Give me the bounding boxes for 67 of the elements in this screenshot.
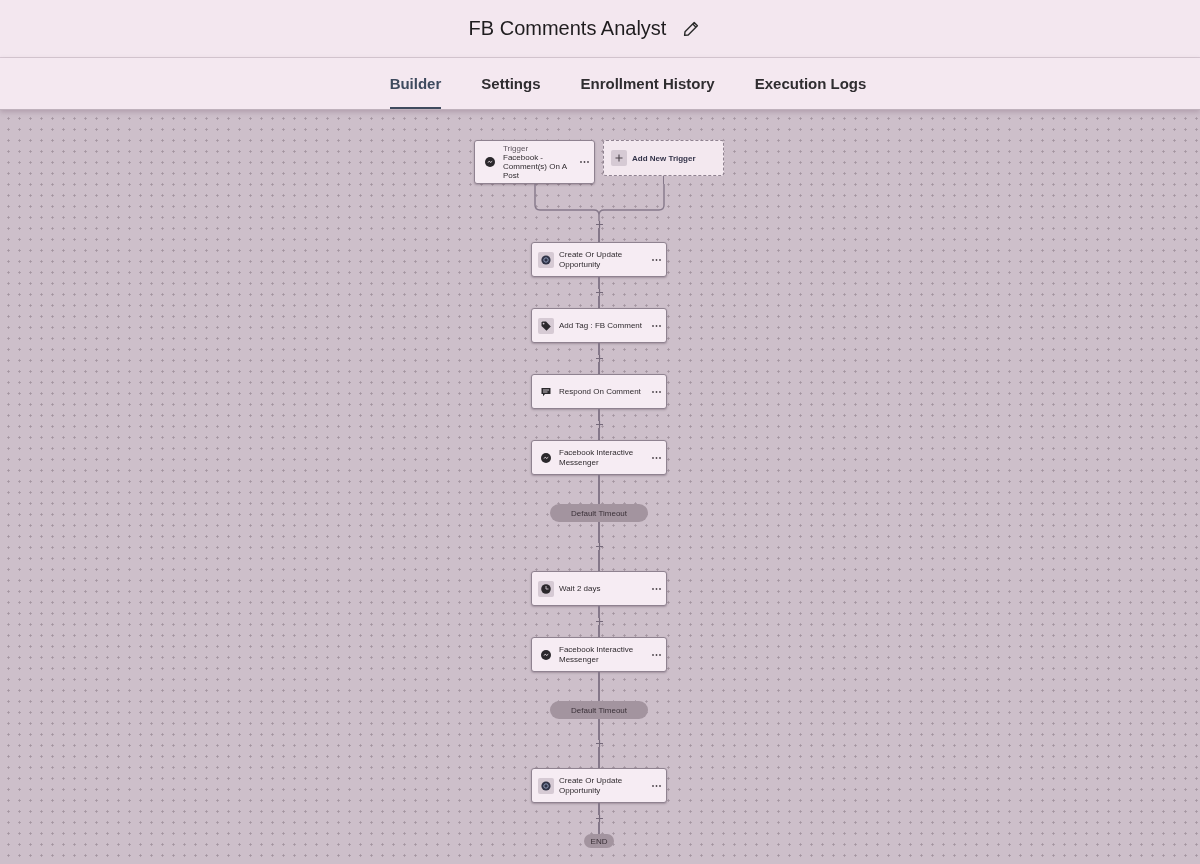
tab[interactable]: Settings [481, 58, 541, 109]
tab[interactable]: Execution Logs [754, 58, 867, 109]
messenger-icon [485, 157, 495, 167]
action-card[interactable]: Create Or Update Opportunity [531, 242, 667, 277]
more-icon[interactable] [652, 653, 661, 656]
action-label: Add Tag : FB Comment [559, 320, 643, 331]
connector-line [598, 606, 600, 618]
action-card[interactable]: Facebook Interactive Messenger [531, 637, 667, 672]
action-label: Respond On Comment [559, 386, 642, 397]
connector-line [598, 625, 600, 637]
action-label: Wait 2 days [559, 583, 602, 594]
connector-line [598, 409, 600, 421]
tag-icon [538, 317, 554, 334]
plus-icon[interactable] [595, 815, 603, 822]
coin-icon [538, 251, 554, 268]
plus-icon[interactable] [595, 740, 603, 747]
action-card[interactable]: Wait 2 days [531, 571, 667, 606]
connector-line [598, 550, 600, 571]
connector-line [598, 672, 600, 701]
more-icon[interactable] [652, 390, 661, 393]
plus-icon [611, 150, 627, 166]
connector-line [598, 719, 600, 740]
trigger-label: Trigger [503, 144, 530, 153]
action-label: Create Or Update Opportunity [559, 249, 624, 270]
plus-icon[interactable] [595, 355, 603, 362]
connector-line [598, 522, 600, 543]
more-icon[interactable] [652, 258, 661, 261]
trigger-event: Facebook - Comment(s) On A Post [503, 153, 568, 180]
connector-line [598, 475, 600, 504]
coin-icon [538, 777, 554, 794]
add-trigger-button[interactable]: Add New Trigger [603, 140, 724, 176]
action-card[interactable]: Respond On Comment [531, 374, 667, 409]
action-label: Facebook Interactive Messenger [559, 644, 635, 665]
connector-line [598, 277, 600, 289]
connector-line [598, 296, 600, 308]
plus-icon[interactable] [595, 221, 603, 228]
connector-line [598, 822, 600, 834]
plus-icon[interactable] [595, 543, 603, 550]
more-icon[interactable] [652, 784, 661, 787]
connector-line [598, 228, 600, 242]
connector-line [598, 428, 600, 440]
action-card[interactable]: Add Tag : FB Comment [531, 308, 667, 343]
plus-icon[interactable] [595, 618, 603, 625]
more-icon[interactable] [652, 587, 661, 590]
action-card[interactable]: Facebook Interactive Messenger [531, 440, 667, 475]
connector-line [598, 747, 600, 768]
chat-bubble-icon [541, 386, 551, 397]
connector-line [598, 362, 600, 374]
messenger-icon [541, 649, 551, 660]
more-icon[interactable] [652, 456, 661, 459]
messenger-icon [541, 452, 551, 463]
connector-line [598, 343, 600, 355]
trigger-card[interactable]: Trigger Facebook - Comment(s) On A Post [474, 140, 595, 184]
branch-pill[interactable]: Default Timeout [550, 701, 648, 719]
action-card[interactable]: Create Or Update Opportunity [531, 768, 667, 803]
tab[interactable]: Enrollment History [580, 58, 715, 109]
workflow-title: FB Comments Analyst [468, 17, 667, 40]
connector-line [598, 803, 600, 815]
action-label: Create Or Update Opportunity [559, 775, 624, 796]
clock-icon [538, 580, 554, 597]
branch-pill[interactable]: Default Timeout [550, 504, 648, 522]
plus-icon[interactable] [595, 421, 603, 428]
plus-icon[interactable] [595, 289, 603, 296]
more-icon[interactable] [652, 324, 661, 327]
pencil-icon[interactable] [683, 20, 700, 37]
action-label: Facebook Interactive Messenger [559, 447, 635, 468]
end-pill: END [584, 834, 614, 848]
